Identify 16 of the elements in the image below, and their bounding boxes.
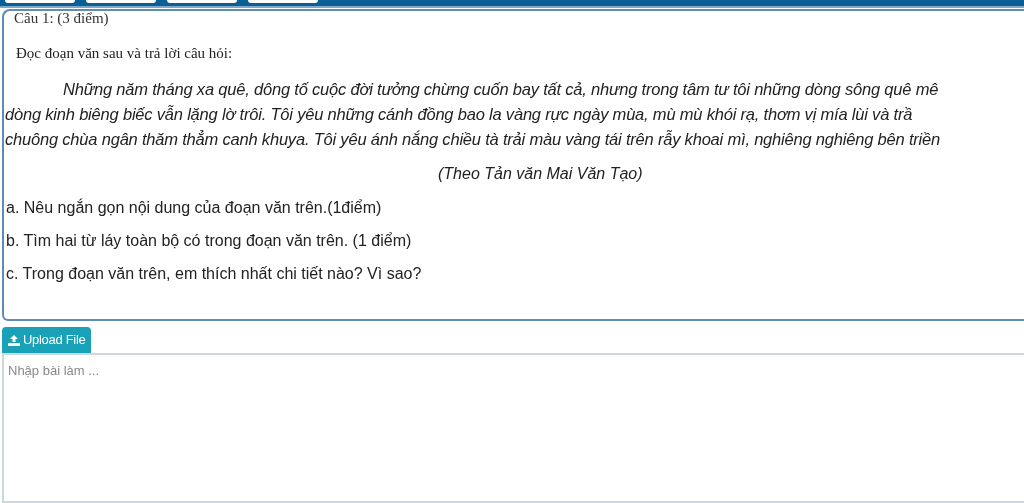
sub-question: a. Nêu ngắn gọn nội dung của đoạn văn trên.(1điểm) [6, 197, 383, 218]
passage-line: dòng kinh biêng biếc vẫn lặng lờ trôi. Tôi yêu những cánh đồng bao la vàng rực ngày mùa, mù mù khói rạ, thơm vị mía lùi và trầ [5, 103, 914, 125]
upload-button[interactable]: Upload File [2, 327, 92, 353]
tab[interactable] [248, 0, 318, 3]
tab[interactable] [167, 0, 237, 3]
instruction-text: Đọc đoạn văn sau và trả lời câu hỏi: [15, 44, 234, 63]
answer-field[interactable]: Nhập bài làm ... [2, 353, 1024, 503]
tab[interactable] [86, 0, 156, 3]
sub-question: b. Tìm hai từ láy toàn bộ có trong đoạn văn trên. (1 điểm) [6, 230, 413, 251]
source-text: (Theo Tản văn Mai Văn Tạo) [437, 163, 644, 184]
passage-line: chuông chùa ngân thăm thẳm canh khuya. Tôi yêu ánh nắng chiều tà trải màu vàng tái trên rẫy khoai mì, nghiêng nghiêng bên triền [5, 128, 941, 150]
sub-question: c. Trong đoạn văn trên, em thích nhất chi tiết nào? Vì sao? [6, 263, 423, 284]
passage-line: Những năm tháng xa quê, dông tố cuộc đời tưởng chừng cuốn bay tất cả, nhưng trong tâm tư tôi những dòng sông quê mê [62, 78, 940, 100]
upload-icon [8, 334, 20, 346]
tab[interactable] [5, 0, 75, 3]
question-title: Câu 1: (3 điểm) [14, 11, 110, 26]
